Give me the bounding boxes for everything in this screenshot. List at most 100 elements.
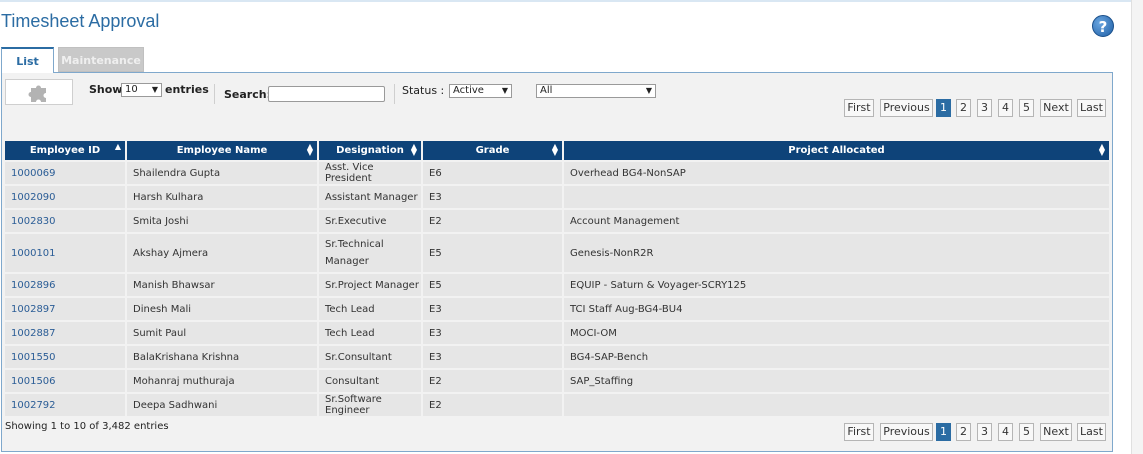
column-header-label: Employee ID	[29, 145, 101, 156]
employee-name-cell: Akshay Ajmera	[127, 232, 319, 272]
table-row[interactable]: 1002830 Smita Joshi Sr.Executive E2 Account …	[5, 208, 1111, 232]
grade-cell: E3	[423, 184, 564, 208]
sort-icon: ▲ ▼	[410, 142, 417, 157]
employee-id-cell[interactable]: 1001550	[5, 344, 127, 368]
previous-page-button[interactable]: Previous	[880, 423, 933, 441]
sort-asc-icon: ▲	[114, 142, 121, 151]
employee-name-cell: Dinesh Mali	[127, 296, 319, 320]
entries-select[interactable]: 10 ▼	[121, 83, 162, 97]
table-row[interactable]: 1001550 BalaKrishana Krishna Sr.Consultant…	[5, 344, 1111, 368]
next-page-button[interactable]: Next	[1040, 99, 1072, 117]
employee-id-cell[interactable]: 1000069	[5, 160, 127, 184]
status-select[interactable]: Active ▼	[449, 84, 512, 98]
employee-id-cell[interactable]: 1001506	[5, 368, 127, 392]
employee-name-cell: Sumit Paul	[127, 320, 319, 344]
employee-name-cell: Mohanraj muthuraja	[127, 368, 319, 392]
page-scrollbar[interactable]	[1131, 0, 1143, 454]
page-button-2[interactable]: 2	[956, 423, 971, 441]
column-header-project[interactable]: Project Allocated ▲ ▼	[564, 141, 1111, 160]
project-cell: MOCI-OM	[564, 320, 1111, 344]
table-row[interactable]: 1000069 Shailendra Gupta Asst. Vice Presid…	[5, 160, 1111, 184]
page-button-4[interactable]: 4	[998, 99, 1013, 117]
column-header-label: Designation	[336, 145, 404, 156]
grade-cell: E5	[423, 272, 564, 296]
designation-cell: Sr.Executive	[319, 208, 423, 232]
status-label: Status :	[402, 84, 445, 97]
divider	[214, 84, 215, 104]
column-visibility-button[interactable]	[5, 79, 73, 105]
grade-cell: E6	[423, 160, 564, 184]
sort-icon: ▲ ▼	[306, 142, 313, 157]
status-select-value: Active	[453, 85, 484, 96]
project-cell: SAP_Staffing	[564, 368, 1111, 392]
employee-id-cell[interactable]: 1000101	[5, 232, 127, 272]
page-button-3[interactable]: 3	[977, 423, 992, 441]
first-page-button[interactable]: First	[844, 423, 874, 441]
employee-id-cell[interactable]: 1002090	[5, 184, 127, 208]
page-button-3[interactable]: 3	[977, 99, 992, 117]
designation-cell: Consultant	[319, 368, 423, 392]
designation-cell: Tech Lead	[319, 320, 423, 344]
last-page-button[interactable]: Last	[1077, 423, 1106, 441]
table-row[interactable]: 1000101 Akshay Ajmera Sr.Technical Manager…	[5, 232, 1111, 272]
table-row[interactable]: 1002090 Harsh Kulhara Assistant Manager E3	[5, 184, 1111, 208]
column-header-grade[interactable]: Grade ▲ ▼	[423, 141, 564, 160]
page-button-1[interactable]: 1	[936, 99, 951, 117]
tab-list[interactable]: List	[1, 47, 54, 73]
first-page-button[interactable]: First	[844, 99, 874, 117]
table-row[interactable]: 1002792 Deepa Sadhwani Sr.Software Enginee…	[5, 392, 1111, 416]
project-cell: Account Management	[564, 208, 1111, 232]
employee-name-cell: Smita Joshi	[127, 208, 319, 232]
page-button-5[interactable]: 5	[1019, 423, 1034, 441]
employee-name-cell: Shailendra Gupta	[127, 160, 319, 184]
employee-name-cell: Manish Bhawsar	[127, 272, 319, 296]
employee-id-cell[interactable]: 1002896	[5, 272, 127, 296]
tab-maintenance[interactable]: Maintenance	[58, 47, 144, 72]
table-row[interactable]: 1002896 Manish Bhawsar Sr.Project Manager E…	[5, 272, 1111, 296]
project-cell: TCI Staff Aug-BG4-BU4	[564, 296, 1111, 320]
page-button-1[interactable]: 1	[936, 423, 951, 441]
project-cell: BG4-SAP-Bench	[564, 344, 1111, 368]
table-body: 1000069 Shailendra Gupta Asst. Vice Presid…	[5, 160, 1111, 416]
filter-select[interactable]: All ▼	[536, 84, 656, 98]
sort-icon: ▲ ▼	[551, 142, 558, 157]
column-header-label: Grade	[475, 145, 510, 156]
table-row[interactable]: 1002897 Dinesh Mali Tech Lead E3 TCI Staff A…	[5, 296, 1111, 320]
grade-cell: E2	[423, 208, 564, 232]
show-label: Show	[89, 83, 123, 96]
project-cell	[564, 392, 1111, 416]
table-info: Showing 1 to 10 of 3,482 entries	[5, 421, 169, 432]
divider	[394, 84, 395, 104]
grade-cell: E2	[423, 392, 564, 416]
sort-icon: ▲ ▼	[1098, 142, 1105, 157]
table-row[interactable]: 1002887 Sumit Paul Tech Lead E3 MOCI-OM	[5, 320, 1111, 344]
chevron-down-icon: ▼	[151, 85, 158, 94]
page-button-4[interactable]: 4	[998, 423, 1013, 441]
employee-id-cell[interactable]: 1002887	[5, 320, 127, 344]
employee-id-cell[interactable]: 1002830	[5, 208, 127, 232]
page-button-2[interactable]: 2	[956, 99, 971, 117]
designation-cell: Sr.Consultant	[319, 344, 423, 368]
column-header-designation[interactable]: Designation ▲ ▼	[319, 141, 423, 160]
employee-name-cell: BalaKrishana Krishna	[127, 344, 319, 368]
employee-id-cell[interactable]: 1002792	[5, 392, 127, 416]
next-page-button[interactable]: Next	[1040, 423, 1072, 441]
page-button-5[interactable]: 5	[1019, 99, 1034, 117]
search-input[interactable]	[268, 86, 385, 102]
designation-cell: Asst. Vice President	[319, 160, 423, 184]
project-cell: EQUIP - Saturn & Voyager-SCRY125	[564, 272, 1111, 296]
column-header-employee-name[interactable]: Employee Name ▲ ▼	[127, 141, 319, 160]
grade-cell: E3	[423, 320, 564, 344]
last-page-button[interactable]: Last	[1077, 99, 1106, 117]
employee-name-cell: Harsh Kulhara	[127, 184, 319, 208]
entries-select-value: 10	[125, 84, 138, 95]
table-header-row: Employee ID ▲ Employee Name ▲ ▼ Designation…	[5, 141, 1111, 160]
column-header-employee-id[interactable]: Employee ID ▲	[5, 141, 127, 160]
entries-label: entries	[165, 83, 209, 96]
designation-cell: Sr.Project Manager	[319, 272, 423, 296]
help-icon[interactable]: ?	[1092, 15, 1114, 37]
table-row[interactable]: 1001506 Mohanraj muthuraja Consultant E2 SAP…	[5, 368, 1111, 392]
column-header-label: Employee Name	[176, 145, 268, 156]
employee-id-cell[interactable]: 1002897	[5, 296, 127, 320]
previous-page-button[interactable]: Previous	[880, 99, 933, 117]
